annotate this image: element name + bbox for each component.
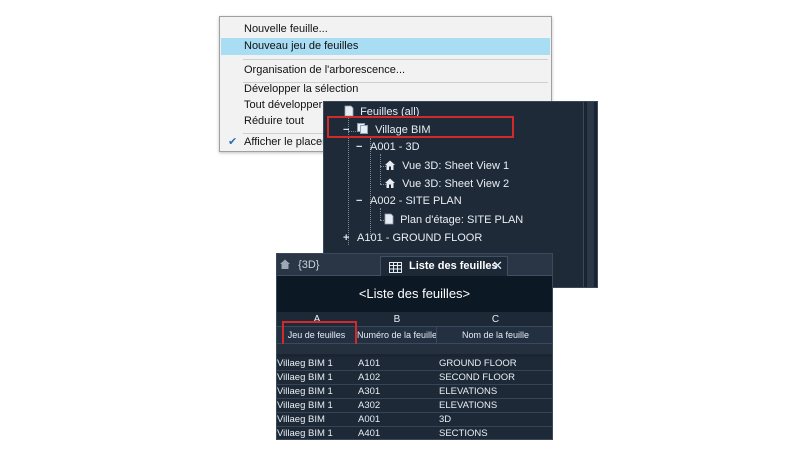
highlight-box xyxy=(327,116,514,138)
table-row[interactable]: Villaeg BIM 1 A301 ELEVATIONS xyxy=(277,385,552,399)
expand-icon[interactable]: + xyxy=(343,230,349,246)
menu-item-label: Tout développer xyxy=(244,99,323,111)
view-label: Plan d'étage: SITE PLAN xyxy=(400,214,524,226)
floor-plan-icon xyxy=(384,213,394,225)
menu-item-label: Organisation de l'arborescence... xyxy=(244,64,406,76)
column-letter: C xyxy=(491,314,500,325)
cell-sheet-name: 3D xyxy=(439,414,452,425)
menu-item-label: Nouveau jeu de feuilles xyxy=(244,40,359,52)
column-letter: B xyxy=(393,314,401,325)
tree-sheet-a001[interactable]: A001 - 3D xyxy=(370,139,420,155)
table-row[interactable]: Villaeg BIM A001 3D xyxy=(277,413,552,427)
collapse-icon[interactable]: − xyxy=(356,193,362,209)
menu-item-expand-selection[interactable]: Développer la sélection xyxy=(221,81,550,98)
table-row[interactable]: Villaeg BIM 1 A302 ELEVATIONS xyxy=(277,399,552,413)
cell-sheet-set: Villaeg BIM xyxy=(277,414,325,425)
sheet-label: A101 - GROUND FLOOR xyxy=(357,232,483,244)
cell-sheet-name: SECTIONS xyxy=(439,428,488,439)
tree-view-item[interactable]: Vue 3D: Sheet View 1 xyxy=(384,158,509,174)
cell-sheet-set: Villaeg BIM 1 xyxy=(277,358,333,369)
3d-view-icon xyxy=(384,177,396,189)
menu-item-new-sheet-set[interactable]: Nouveau jeu de feuilles xyxy=(221,38,550,55)
cell-sheet-set: Villaeg BIM 1 xyxy=(277,386,333,397)
table-row[interactable]: Villaeg BIM 1 A101 GROUND FLOOR xyxy=(277,357,552,371)
house-icon xyxy=(279,258,291,275)
tab-bar: {3D} Liste des feuilles ✕ xyxy=(277,254,552,276)
schedule-title: <Liste des feuilles> xyxy=(277,276,552,312)
tree-scrollbar[interactable] xyxy=(583,102,597,287)
column-header-sheet-number[interactable]: Numéro de la feuille xyxy=(357,326,437,344)
tab-sheet-list[interactable]: Liste des feuilles ✕ xyxy=(380,256,508,276)
tree-sheet-a101[interactable]: A101 - GROUND FLOOR xyxy=(357,230,482,246)
tab-3d[interactable]: {3D} xyxy=(279,257,319,275)
menu-item-new-sheet[interactable]: Nouvelle feuille... xyxy=(221,21,550,38)
cell-sheet-name: GROUND FLOOR xyxy=(439,358,517,369)
tree-view-item[interactable]: Plan d'étage: SITE PLAN xyxy=(384,212,523,228)
table-row[interactable]: Villaeg BIM 1 A102 SECOND FLOOR xyxy=(277,371,552,385)
cell-sheet-set: Villaeg BIM 1 xyxy=(277,372,333,383)
cell-sheet-number: A102 xyxy=(358,372,381,383)
menu-item-label: Nouvelle feuille... xyxy=(244,23,328,35)
cell-sheet-number: A101 xyxy=(358,358,381,369)
cell-sheet-set: Villaeg BIM 1 xyxy=(277,400,333,411)
sheet-list-panel: {3D} Liste des feuilles ✕ <Liste des feu… xyxy=(276,253,553,440)
close-icon[interactable]: ✕ xyxy=(492,257,503,275)
collapse-icon[interactable]: − xyxy=(356,139,362,155)
checkmark-icon: ✔ xyxy=(228,136,238,148)
cell-sheet-number: A302 xyxy=(358,400,381,411)
menu-item-tree-organization[interactable]: Organisation de l'arborescence... xyxy=(221,62,550,79)
cell-sheet-number: A301 xyxy=(358,386,381,397)
tab-label: {3D} xyxy=(298,259,320,271)
menu-item-label: Réduire tout xyxy=(244,115,304,127)
cell-sheet-name: SECOND FLOOR xyxy=(439,372,516,383)
table-row[interactable]: Villaeg BIM 1 A401 SECTIONS xyxy=(277,427,552,439)
cell-sheet-name: ELEVATIONS xyxy=(439,400,498,411)
view-label: Vue 3D: Sheet View 1 xyxy=(402,160,510,172)
view-label: Vue 3D: Sheet View 2 xyxy=(402,178,510,190)
cell-sheet-number: A401 xyxy=(358,428,381,439)
tree-sheet-a002[interactable]: A002 - SITE PLAN xyxy=(370,193,462,209)
tree-view-item[interactable]: Vue 3D: Sheet View 2 xyxy=(384,176,509,192)
3d-view-icon xyxy=(384,159,396,171)
sheet-label: A002 - SITE PLAN xyxy=(370,195,462,207)
tab-label: Liste des feuilles xyxy=(409,260,498,272)
menu-item-label: Développer la sélection xyxy=(244,83,359,95)
cell-sheet-set: Villaeg BIM 1 xyxy=(277,428,333,439)
cell-sheet-number: A001 xyxy=(358,414,381,425)
cell-sheet-name: ELEVATIONS xyxy=(439,386,498,397)
sheet-label: A001 - 3D xyxy=(370,141,420,153)
column-header-sheet-name[interactable]: Nom de la feuille xyxy=(437,326,552,344)
menu-separator xyxy=(243,59,548,60)
